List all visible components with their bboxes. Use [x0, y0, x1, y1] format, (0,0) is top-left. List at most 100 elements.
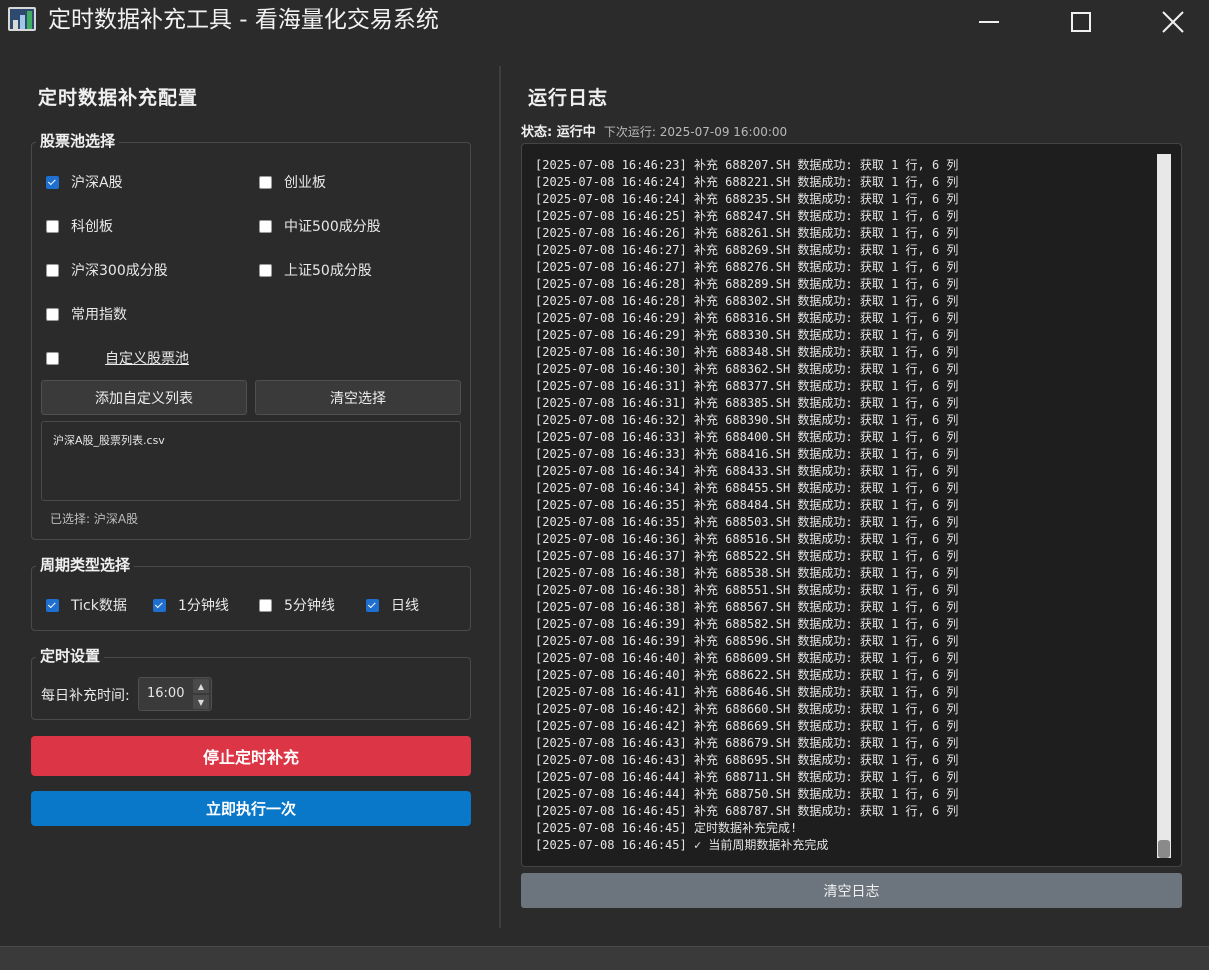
checkbox-sse50[interactable]: 上证50成分股: [259, 260, 372, 280]
list-item[interactable]: 沪深A股_股票列表.csv: [53, 432, 449, 448]
close-button[interactable]: [1126, 0, 1209, 44]
log-line: [2025-07-08 16:46:27] 补充 688269.SH 数据成功:…: [535, 243, 959, 257]
log-line: [2025-07-08 16:46:25] 补充 688247.SH 数据成功:…: [535, 209, 959, 223]
config-title: 定时数据补充配置: [38, 87, 199, 109]
checkbox-box[interactable]: [46, 351, 59, 365]
log-line: [2025-07-08 16:46:42] 补充 688669.SH 数据成功:…: [535, 719, 959, 733]
checkbox-label: 沪深300成分股: [71, 263, 168, 279]
checkbox-tick[interactable]: Tick数据: [46, 595, 127, 615]
checkbox-daily[interactable]: 日线: [366, 595, 419, 615]
panel-divider[interactable]: [499, 66, 501, 928]
checkbox-box[interactable]: [259, 219, 272, 233]
spin-up-icon[interactable]: ▲: [193, 679, 209, 693]
log-scrollbar[interactable]: [1157, 154, 1171, 858]
minimize-button[interactable]: [942, 0, 1035, 44]
checkbox-hs300[interactable]: 沪深300成分股: [46, 260, 168, 280]
time-spinbox[interactable]: 16:00 ▲ ▼: [138, 677, 212, 711]
log-line: [2025-07-08 16:46:26] 补充 688261.SH 数据成功:…: [535, 226, 959, 240]
checkbox-label: 5分钟线: [284, 598, 335, 614]
log-line: [2025-07-08 16:46:34] 补充 688433.SH 数据成功:…: [535, 464, 959, 478]
checkbox-kechuang[interactable]: 科创板: [46, 216, 113, 236]
log-line: [2025-07-08 16:46:24] 补充 688235.SH 数据成功:…: [535, 192, 959, 206]
log-line: [2025-07-08 16:46:45] 定时数据补充完成!: [535, 821, 798, 835]
window-title: 定时数据补充工具 - 看海量化交易系统: [48, 7, 439, 33]
log-line: [2025-07-08 16:46:38] 补充 688551.SH 数据成功:…: [535, 583, 959, 597]
checkbox-label: Tick数据: [71, 598, 127, 614]
checkbox-label: 1分钟线: [178, 598, 229, 614]
checkbox-csi500[interactable]: 中证500成分股: [259, 216, 381, 236]
log-line: [2025-07-08 16:46:33] 补充 688416.SH 数据成功:…: [535, 447, 959, 461]
log-line: [2025-07-08 16:46:39] 补充 688596.SH 数据成功:…: [535, 634, 959, 648]
checkbox-box[interactable]: [46, 598, 59, 612]
log-line: [2025-07-08 16:46:30] 补充 688362.SH 数据成功:…: [535, 362, 959, 376]
checkbox-box[interactable]: [153, 598, 166, 612]
log-line: [2025-07-08 16:46:27] 补充 688276.SH 数据成功:…: [535, 260, 959, 274]
next-run-text: 下次运行: 2025-07-09 16:00:00: [603, 125, 788, 139]
log-line: [2025-07-08 16:46:43] 补充 688695.SH 数据成功:…: [535, 753, 959, 767]
checkbox-label: 日线: [391, 598, 419, 614]
log-line: [2025-07-08 16:46:30] 补充 688348.SH 数据成功:…: [535, 345, 959, 359]
log-line: [2025-07-08 16:46:29] 补充 688330.SH 数据成功:…: [535, 328, 959, 342]
checkbox-label: 常用指数: [71, 307, 127, 323]
log-line: [2025-07-08 16:46:37] 补充 688522.SH 数据成功:…: [535, 549, 959, 563]
log-line: [2025-07-08 16:46:36] 补充 688516.SH 数据成功:…: [535, 532, 959, 546]
maximize-button[interactable]: [1034, 0, 1127, 44]
status-line: 状态: 运行中 下次运行: 2025-07-09 16:00:00: [521, 121, 787, 140]
scrollbar-thumb[interactable]: [1158, 840, 1170, 858]
selected-pool-text: 已选择: 沪深A股: [50, 512, 139, 526]
add-custom-list-button[interactable]: 添加自定义列表: [41, 380, 247, 415]
checkbox-common-index[interactable]: 常用指数: [46, 304, 127, 324]
minimize-icon: [978, 21, 999, 23]
log-line: [2025-07-08 16:46:32] 补充 688390.SH 数据成功:…: [535, 413, 959, 427]
log-line: [2025-07-08 16:46:38] 补充 688567.SH 数据成功:…: [535, 600, 959, 614]
stock-pool-title: 股票池选择: [36, 130, 120, 151]
checkbox-hushen-a[interactable]: 沪深A股: [46, 172, 123, 192]
checkbox-label: 上证50成分股: [284, 263, 372, 279]
close-icon: [1161, 11, 1184, 33]
log-line: [2025-07-08 16:46:24] 补充 688221.SH 数据成功:…: [535, 175, 959, 189]
log-line: [2025-07-08 16:46:44] 补充 688750.SH 数据成功:…: [535, 787, 959, 801]
time-value[interactable]: 16:00: [147, 686, 184, 701]
log-lines: [2025-07-08 16:46:23] 补充 688207.SH 数据成功:…: [535, 157, 958, 854]
clear-log-button[interactable]: 清空日志: [521, 873, 1182, 908]
log-line: [2025-07-08 16:46:28] 补充 688302.SH 数据成功:…: [535, 294, 959, 308]
log-line: [2025-07-08 16:46:42] 补充 688660.SH 数据成功:…: [535, 702, 959, 716]
status-label: 状态: 运行中: [521, 125, 596, 140]
log-line: [2025-07-08 16:46:40] 补充 688622.SH 数据成功:…: [535, 668, 959, 682]
spin-down-icon[interactable]: ▼: [193, 695, 209, 709]
log-line: [2025-07-08 16:46:41] 补充 688646.SH 数据成功:…: [535, 685, 959, 699]
custom-file-list[interactable]: 沪深A股_股票列表.csv: [41, 421, 461, 501]
log-line: [2025-07-08 16:46:44] 补充 688711.SH 数据成功:…: [535, 770, 959, 784]
time-label: 每日补充时间:: [41, 688, 130, 704]
checkbox-label: 创业板: [284, 175, 326, 191]
checkbox-chuangye[interactable]: 创业板: [259, 172, 326, 192]
schedule-title: 定时设置: [36, 645, 105, 666]
maximize-icon: [1070, 12, 1091, 32]
log-line: [2025-07-08 16:46:43] 补充 688679.SH 数据成功:…: [535, 736, 959, 750]
clear-selection-button[interactable]: 清空选择: [255, 380, 461, 415]
period-title: 周期类型选择: [36, 554, 135, 575]
log-output[interactable]: [2025-07-08 16:46:23] 补充 688207.SH 数据成功:…: [521, 143, 1182, 867]
stop-schedule-button[interactable]: 停止定时补充: [31, 736, 471, 776]
log-line: [2025-07-08 16:46:23] 补充 688207.SH 数据成功:…: [535, 158, 959, 172]
checkbox-5min[interactable]: 5分钟线: [259, 595, 335, 615]
checkbox-box[interactable]: [46, 219, 59, 233]
checkbox-box[interactable]: [46, 263, 59, 277]
log-line: [2025-07-08 16:46:45] 补充 688787.SH 数据成功:…: [535, 804, 959, 818]
log-line: [2025-07-08 16:46:40] 补充 688609.SH 数据成功:…: [535, 651, 959, 665]
status-bar: [0, 946, 1209, 970]
log-line: [2025-07-08 16:46:45] ✓ 当前周期数据补充完成: [535, 838, 829, 852]
checkbox-box[interactable]: [259, 175, 272, 189]
checkbox-box[interactable]: [259, 598, 272, 612]
log-line: [2025-07-08 16:46:29] 补充 688316.SH 数据成功:…: [535, 311, 959, 325]
checkbox-box[interactable]: [46, 175, 59, 189]
checkbox-1min[interactable]: 1分钟线: [153, 595, 229, 615]
checkbox-custom-pool[interactable]: 自定义股票池: [46, 348, 189, 368]
custom-pool-link[interactable]: 自定义股票池: [105, 348, 189, 368]
checkbox-label: 科创板: [71, 219, 113, 235]
checkbox-label: 中证500成分股: [284, 219, 381, 235]
checkbox-box[interactable]: [46, 307, 59, 321]
checkbox-box[interactable]: [366, 598, 379, 612]
run-now-button[interactable]: 立即执行一次: [31, 791, 471, 826]
checkbox-box[interactable]: [259, 263, 272, 277]
